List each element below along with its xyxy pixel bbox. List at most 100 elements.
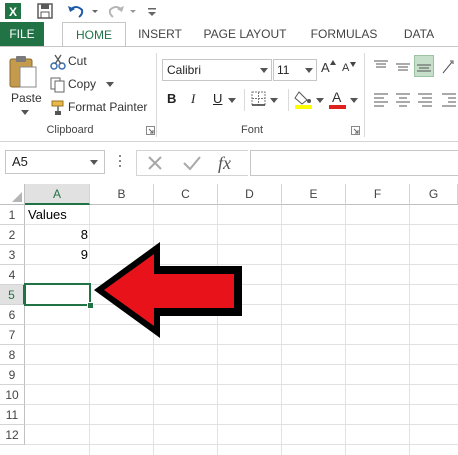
formula-bar-grip[interactable] (118, 152, 122, 172)
select-all-corner[interactable] (0, 184, 25, 205)
redo-icon[interactable] (106, 2, 126, 20)
redo-dropdown-icon[interactable] (128, 2, 138, 20)
ribbon-separator (364, 53, 365, 137)
font-color-swatch (329, 105, 346, 109)
italic-button[interactable]: I (191, 91, 205, 109)
underline-button[interactable]: U (213, 91, 227, 109)
align-right-icon[interactable] (416, 91, 434, 107)
cancel-icon[interactable] (146, 154, 164, 172)
formula-input[interactable] (250, 150, 458, 176)
underline-dropdown-icon[interactable] (228, 98, 236, 104)
column-header-D[interactable]: D (218, 184, 282, 205)
quick-access-toolbar: X (0, 0, 458, 22)
align-left-icon[interactable] (372, 91, 390, 107)
scissors-icon (50, 54, 66, 70)
column-header-F[interactable]: F (346, 184, 410, 205)
font-divider (244, 89, 245, 111)
row-header-7[interactable]: 7 (0, 325, 25, 345)
row-header-9[interactable]: 9 (0, 365, 25, 385)
customize-qat-icon[interactable] (146, 2, 158, 20)
clipboard-launcher-icon[interactable] (146, 126, 155, 135)
row-header-11[interactable]: 11 (0, 405, 25, 425)
row-header-6[interactable]: 6 (0, 305, 25, 325)
row-header-5[interactable]: 5 (0, 285, 25, 305)
copy-dropdown-icon[interactable] (106, 82, 114, 88)
copy-label: Copy (68, 77, 97, 91)
excel-logo-icon: X (5, 3, 21, 19)
ribbon-home: Paste Cut Copy Format Painter Clipboard (0, 46, 458, 142)
cell-A2[interactable]: 8 (26, 225, 88, 245)
font-color-button[interactable]: A (329, 89, 347, 109)
chevron-down-icon (260, 68, 268, 73)
row-header-8[interactable]: 8 (0, 345, 25, 365)
save-icon[interactable] (36, 2, 54, 20)
paste-icon (9, 56, 37, 88)
top-align-icon[interactable] (372, 59, 390, 75)
gridline (345, 205, 346, 455)
column-header-E[interactable]: E (282, 184, 346, 205)
row-header-2[interactable]: 2 (0, 225, 25, 245)
undo-icon[interactable] (66, 2, 86, 20)
chevron-down-icon (305, 68, 313, 73)
row-header-3[interactable]: 3 (0, 245, 25, 265)
column-header-C[interactable]: C (154, 184, 218, 205)
cell-A3[interactable]: 9 (26, 245, 88, 265)
insert-function-button[interactable]: fx (218, 153, 231, 174)
middle-align-icon[interactable] (394, 59, 412, 75)
font-size-value: 11 (277, 63, 290, 77)
tab-insert[interactable]: INSERT (132, 22, 188, 46)
gridline (281, 205, 282, 455)
column-header-G[interactable]: G (410, 184, 458, 205)
format-painter-button[interactable]: Format Painter (50, 99, 152, 117)
paste-label: Paste (11, 91, 42, 105)
column-header-B[interactable]: B (90, 184, 154, 205)
orientation-icon[interactable] (440, 59, 458, 75)
font-size-select[interactable]: 11 (273, 59, 317, 81)
cut-button[interactable]: Cut (50, 53, 140, 71)
format-painter-label: Format Painter (68, 100, 148, 114)
column-header-A[interactable]: A (25, 184, 90, 205)
cell-A1[interactable]: Values (28, 205, 88, 225)
grow-font-button[interactable]: A (321, 60, 339, 80)
fill-color-dropdown-icon[interactable] (316, 98, 324, 104)
font-launcher-icon[interactable] (351, 126, 360, 135)
borders-dropdown-icon[interactable] (270, 98, 278, 104)
paste-button[interactable]: Paste (6, 55, 44, 125)
row-header-10[interactable]: 10 (0, 385, 25, 405)
indent-icon[interactable] (440, 91, 458, 107)
tab-formulas[interactable]: FORMULAS (304, 22, 384, 46)
name-box[interactable]: A5 (5, 150, 105, 174)
row-header-4[interactable]: 4 (0, 265, 25, 285)
font-color-dropdown-icon[interactable] (350, 98, 358, 104)
row-header-12[interactable]: 12 (0, 425, 25, 445)
borders-icon[interactable] (251, 91, 267, 107)
tab-home[interactable]: HOME (62, 22, 126, 46)
svg-text:X: X (9, 5, 17, 19)
select-all-triangle-icon (12, 192, 22, 202)
cut-label: Cut (68, 54, 87, 68)
shrink-font-button[interactable]: A (342, 62, 360, 80)
shrink-font-glyph: A (342, 62, 350, 74)
tab-data[interactable]: DATA (392, 22, 446, 46)
enter-check-icon[interactable] (182, 154, 202, 172)
undo-dropdown-icon[interactable] (90, 2, 100, 20)
align-center-icon[interactable] (394, 91, 412, 107)
format-painter-icon (51, 100, 64, 115)
formula-bar: A5 fx (0, 142, 458, 184)
red-arrow-annotation (94, 242, 242, 338)
paste-dropdown-icon[interactable] (20, 109, 30, 117)
active-cell-A5[interactable] (24, 283, 91, 306)
row-header-1[interactable]: 1 (0, 205, 25, 225)
tab-page-layout[interactable]: PAGE LAYOUT (196, 22, 294, 46)
caret-up-icon (330, 60, 336, 65)
worksheet-grid: A B C D E F G 1 2 3 4 5 6 7 8 9 10 11 12… (0, 184, 458, 455)
bold-button[interactable]: B (167, 91, 181, 109)
fill-color-icon[interactable] (294, 89, 314, 109)
ribbon-tabs: FILE HOME INSERT PAGE LAYOUT FORMULAS DA… (0, 22, 458, 46)
font-family-select[interactable]: Calibri (162, 59, 272, 81)
tab-file[interactable]: FILE (0, 22, 44, 46)
bottom-align-button[interactable] (414, 55, 434, 77)
copy-button[interactable]: Copy (50, 76, 140, 94)
font-color-glyph: A (332, 89, 342, 105)
clipboard-group-label: Clipboard (46, 124, 94, 136)
